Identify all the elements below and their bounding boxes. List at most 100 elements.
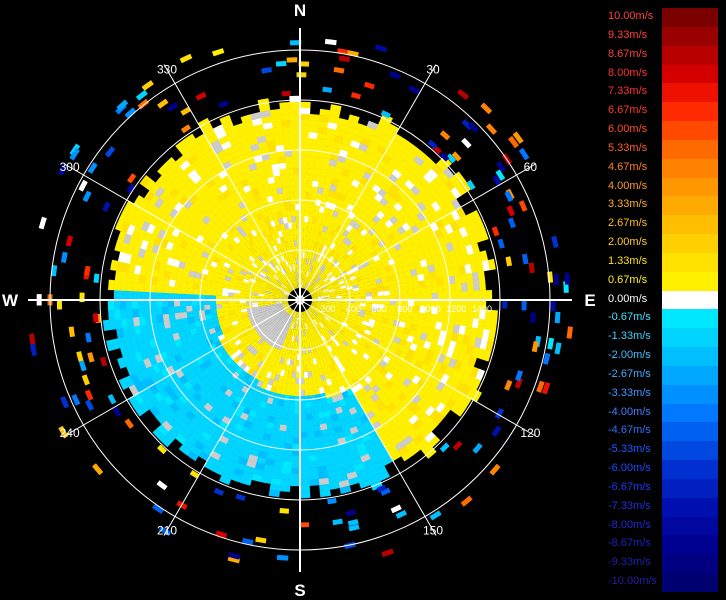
echo-cell xyxy=(279,102,291,110)
echo-cell xyxy=(309,114,320,122)
echo-cell xyxy=(304,203,311,211)
legend-label: 8.00m/s xyxy=(608,66,648,79)
echo-scatter-cell xyxy=(81,374,90,386)
echo-cell xyxy=(290,461,300,469)
echo-scatter-cell xyxy=(68,326,75,338)
echo-cell xyxy=(289,101,301,109)
echo-cell xyxy=(281,126,292,133)
echo-scatter-cell xyxy=(76,351,84,362)
echo-scatter-cell xyxy=(235,493,246,501)
echo-cell xyxy=(300,113,311,121)
echo-cell xyxy=(303,365,308,373)
echo-cell xyxy=(281,120,292,127)
legend-swatch xyxy=(662,573,718,593)
legend-swatch xyxy=(662,460,718,480)
echo-cell xyxy=(303,359,307,367)
echo-scatter-cell xyxy=(461,137,472,149)
echo-cell xyxy=(280,418,288,426)
echo-cell xyxy=(280,473,291,480)
echo-cell xyxy=(292,227,297,235)
echo-cell xyxy=(300,149,309,157)
echo-cell xyxy=(279,168,288,176)
echo-cell xyxy=(311,412,319,420)
echo-cell xyxy=(300,173,307,181)
echo-scatter-cell xyxy=(286,57,298,63)
echo-cell xyxy=(304,395,311,403)
echo-cell xyxy=(308,382,315,390)
echo-cell xyxy=(394,284,402,291)
echo-scatter-cell xyxy=(439,130,451,141)
echo-cell xyxy=(293,233,297,241)
echo-cell xyxy=(191,305,199,312)
legend-swatch xyxy=(662,535,718,555)
echo-cell xyxy=(306,167,315,175)
echo-cell xyxy=(461,291,469,301)
legend-entry: 6.67m/s xyxy=(606,102,718,122)
echo-cell xyxy=(389,304,397,311)
echo-cell xyxy=(304,215,309,223)
legend-label: 5.33m/s xyxy=(608,141,648,154)
echo-cell xyxy=(290,119,301,127)
echo-scatter-cell xyxy=(213,487,225,496)
echo-cell xyxy=(288,185,295,193)
echo-cell xyxy=(113,289,121,300)
echo-cell xyxy=(120,280,127,291)
echo-cell xyxy=(289,107,301,115)
legend-entry: 10.00m/s xyxy=(606,8,718,28)
echo-cell xyxy=(289,479,300,487)
echo-scatter-cell xyxy=(327,497,337,505)
echo-scatter-cell xyxy=(564,272,571,285)
legend-entry: -2.00m/s xyxy=(606,347,718,367)
echo-cell xyxy=(461,282,468,292)
echo-scatter-cell xyxy=(211,48,225,57)
echo-cell xyxy=(383,290,391,296)
echo-scatter-cell xyxy=(157,98,169,109)
legend-entry: 8.00m/s xyxy=(606,64,718,84)
echo-cell xyxy=(197,289,205,295)
legend-swatch xyxy=(662,102,718,122)
legend-entry: -2.67m/s xyxy=(606,365,718,386)
echo-scatter-cell xyxy=(141,80,154,91)
legend-label: -7.33m/s xyxy=(608,499,651,512)
echo-cell xyxy=(284,204,291,212)
legend-entry: 4.00m/s xyxy=(606,177,718,197)
legend-entry: 0.00m/s xyxy=(606,290,718,310)
echo-scatter-cell xyxy=(82,190,92,203)
echo-scatter-cell xyxy=(507,217,516,229)
echo-cell xyxy=(300,161,308,169)
echo-cell xyxy=(167,306,175,314)
echo-cell xyxy=(278,162,287,170)
echo-cell xyxy=(305,401,312,409)
echo-cell xyxy=(291,455,300,463)
legend-label: 2.00m/s xyxy=(608,236,648,249)
echo-cell xyxy=(285,161,294,169)
echo-cell xyxy=(305,413,313,421)
legend-label: -2.00m/s xyxy=(608,349,651,362)
echo-cell xyxy=(300,125,310,133)
echo-scatter-cell xyxy=(38,216,47,230)
echo-scatter-cell xyxy=(345,509,357,517)
echo-scatter-cell xyxy=(350,92,362,100)
echo-cell xyxy=(479,280,486,291)
echo-scatter-cell xyxy=(472,442,483,454)
echo-cell xyxy=(280,478,291,486)
echo-cell xyxy=(174,280,182,288)
echo-cell xyxy=(299,473,310,481)
echo-cell xyxy=(285,425,294,433)
legend-entry: -6.67m/s xyxy=(606,478,718,499)
legend-entry: 9.33m/s xyxy=(606,26,718,47)
echo-cell xyxy=(287,413,295,421)
echo-cell xyxy=(304,209,310,217)
range-tick-label: 1000 xyxy=(421,304,441,314)
echo-cell xyxy=(277,156,286,164)
echo-scatter-cell xyxy=(112,406,122,418)
echo-cell xyxy=(162,313,170,322)
legend-entry: -8.00m/s xyxy=(606,516,718,536)
echo-cell xyxy=(313,162,322,170)
echo-cell xyxy=(210,308,218,315)
echo-cell xyxy=(311,406,318,414)
legend-swatch xyxy=(662,403,718,423)
echo-cell xyxy=(286,167,294,175)
legend-label: -10.00m/s xyxy=(608,575,657,588)
echo-scatter-cell xyxy=(275,60,287,67)
